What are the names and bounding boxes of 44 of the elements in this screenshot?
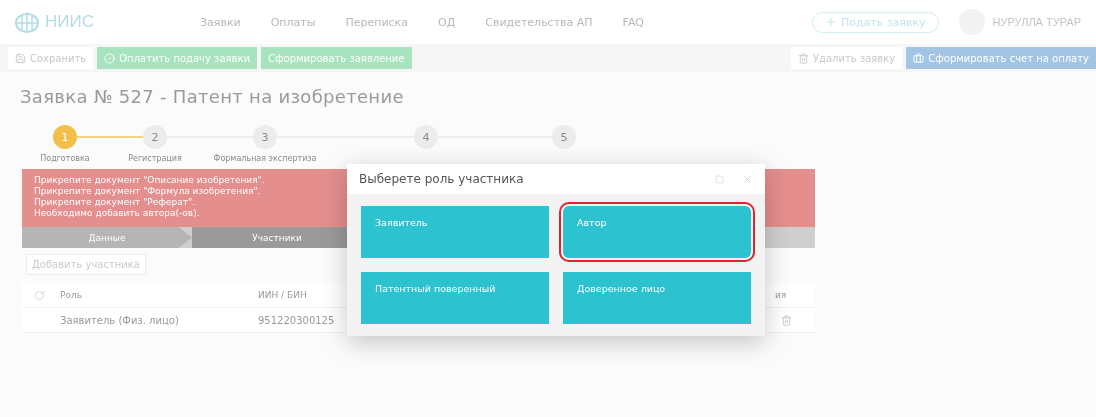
trash-icon[interactable] <box>781 314 792 326</box>
step-circle: 5 <box>552 125 576 149</box>
step-circle: 2 <box>143 125 167 149</box>
toolbar-button[interactable]: Сформировать счет на оплату <box>906 47 1096 69</box>
nav-link[interactable]: FAQ <box>622 15 644 29</box>
alert-message: Прикрепите документ "Описание изобретения". <box>34 175 265 186</box>
briefcase-icon <box>913 52 925 64</box>
logo-icon <box>15 11 39 33</box>
column-header: ИИН / БИН <box>258 290 307 300</box>
logo-text: НИИС <box>45 12 94 32</box>
alert-message: Прикрепите документ "Реферат". <box>34 197 195 208</box>
page-title: Заявка № 527 - Патент на изобретение <box>20 86 405 107</box>
step-circle: 1 <box>53 125 77 149</box>
role-option[interactable]: Заявитель <box>361 206 549 258</box>
table-cell: Заявитель (Физ. лицо) <box>60 314 179 326</box>
nav-link[interactable]: Переписка <box>345 15 408 29</box>
nav-link[interactable]: ОД <box>437 15 456 29</box>
section-tab[interactable]: Данные <box>22 227 192 248</box>
step-label: Подготовка <box>40 154 90 163</box>
user-name[interactable]: НУРУЛЛА ТУРАР <box>992 16 1081 28</box>
alert-message: Необходимо добавить автора(-ов). <box>34 208 200 219</box>
alert-message: Прикрепите документ "Формула изобретения". <box>34 186 261 197</box>
plus-icon <box>824 16 837 28</box>
toolbar-button[interactable]: Оплатить подачу заявки <box>97 47 257 69</box>
step-circle: 3 <box>253 125 277 149</box>
toolbar-button[interactable]: Сформировать заявление <box>261 47 412 69</box>
dialog-title: Выберете роль участника <box>359 172 525 186</box>
nav-link[interactable]: Свидетельства АП <box>485 15 593 29</box>
trash-icon <box>798 52 809 64</box>
check-circle-icon <box>104 52 116 64</box>
step-label: Регистрация <box>128 154 182 163</box>
column-header: ия <box>775 290 787 300</box>
role-option[interactable]: Патентный поверенный <box>361 272 549 324</box>
role-option[interactable]: Доверенное лицо <box>563 272 751 324</box>
table-cell: 951220300125 <box>258 314 335 326</box>
column-header: Роль <box>60 290 82 300</box>
nav-link[interactable]: Оплаты <box>270 15 316 29</box>
maximize-icon[interactable] <box>715 174 724 184</box>
submit-application-button[interactable]: Подать заявку <box>811 11 939 33</box>
refresh-icon[interactable] <box>34 289 45 301</box>
close-icon[interactable] <box>742 173 753 185</box>
step-label: Формальная экспертиза <box>213 154 317 163</box>
step-circle: 4 <box>414 125 438 149</box>
nav-link[interactable]: Заявки <box>200 15 241 29</box>
